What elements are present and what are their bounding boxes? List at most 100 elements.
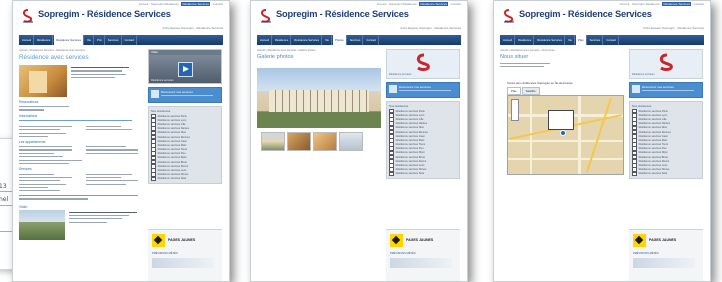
residence-list: Nos résidences Résidence services Paris … — [148, 106, 222, 184]
gallery-thumbnail[interactable] — [339, 132, 363, 151]
pages-jaunes-icon[interactable] — [390, 234, 403, 247]
map-tab[interactable]: Plan — [507, 87, 521, 95]
weather-widget[interactable] — [152, 258, 214, 268]
background-page-text: 13 — [0, 183, 7, 190]
site-title[interactable]: Sopregim - Résidence Services — [276, 9, 409, 19]
top-link[interactable]: Contact — [694, 2, 704, 6]
nav-item[interactable]: Contact — [123, 35, 138, 45]
residence-list: Nos résidences Résidence services Paris … — [629, 101, 703, 179]
top-link[interactable]: Sopregim Résidence — [389, 2, 417, 6]
page-title: Galerie photos — [257, 54, 294, 60]
nav-item[interactable]: Contact — [364, 35, 380, 45]
nav-item[interactable]: Vie — [323, 35, 332, 45]
list-item[interactable]: Résidence services Sète — [151, 176, 219, 182]
map-pin-icon[interactable] — [560, 130, 566, 136]
services-cta-button[interactable]: Découvrez nos services — [148, 87, 222, 103]
main-nav: Accueil Résidence Résidence Services Vie… — [257, 35, 461, 45]
nav-item[interactable]: Services — [348, 35, 364, 45]
weather-widget[interactable] — [633, 258, 695, 268]
gallery-thumbnail[interactable] — [261, 132, 285, 151]
pages-jaunes-label[interactable]: PAGES JAUNES — [649, 238, 676, 242]
list-item[interactable]: Résidence services Sète — [632, 171, 700, 177]
site-title[interactable]: Sopregim - Résidence Services — [519, 9, 652, 19]
weather-widget[interactable] — [390, 258, 452, 268]
nav-item[interactable]: Vie — [566, 35, 575, 45]
sidebar-footer: PAGES JAUNES PRÉVISIONS MÉTÉO — [148, 229, 222, 281]
top-link[interactable]: Contact — [213, 2, 223, 6]
top-link[interactable]: Contact — [451, 2, 461, 6]
page-galerie-photos: Accueil · Sopregim Résidence · Résidence… — [250, 0, 468, 282]
video-panel[interactable]: Vidéo Résidence services — [148, 49, 222, 84]
promo-panel[interactable]: Résidence services — [386, 49, 460, 79]
site-title[interactable]: Sopregim - Résidence Services — [38, 9, 171, 19]
top-link[interactable]: Sopregim Résidence — [632, 2, 660, 6]
video-thumbnail[interactable] — [19, 209, 65, 240]
nav-item[interactable]: Vie — [85, 35, 94, 45]
screenshot-collage: 13 nel Accueil · Sopregim Résidence · Ré… — [0, 0, 722, 282]
sopregim-logo-icon[interactable] — [22, 9, 34, 23]
checkbox-icon — [389, 171, 394, 177]
arrow-right-icon — [151, 90, 159, 98]
list-item[interactable]: Résidence services Sète — [389, 171, 457, 177]
nav-item-active[interactable]: Résidence Services — [54, 35, 84, 45]
nav-item[interactable]: Accueil — [20, 35, 35, 45]
main-nav: Accueil Résidence Résidence Services Vie… — [500, 35, 704, 45]
top-link-active[interactable]: Résidence Services — [662, 2, 691, 6]
sidebar-footer: PAGES JAUNES PRÉVISIONS MÉTÉO — [386, 229, 460, 281]
nav-item[interactable]: Contact — [604, 35, 619, 45]
nav-item[interactable]: Résidence — [35, 35, 54, 45]
location-map[interactable] — [507, 95, 624, 175]
zoom-control[interactable] — [511, 99, 519, 121]
gallery-main-photo[interactable] — [257, 68, 381, 128]
top-link-active[interactable]: Résidence Services — [419, 2, 448, 6]
gallery-thumbnail[interactable] — [287, 132, 311, 151]
nav-item[interactable]: Résidence Services — [292, 35, 322, 45]
nav-item[interactable]: Services — [106, 35, 122, 45]
gallery-thumbnail[interactable] — [313, 132, 337, 151]
video-caption: Résidence services — [151, 79, 174, 82]
services-cta-button[interactable]: Découvrez nos services — [629, 82, 703, 98]
top-link[interactable]: Accueil — [620, 2, 630, 6]
checkbox-icon — [632, 171, 637, 177]
page-title: Nous situer — [500, 54, 529, 60]
nav-item[interactable]: Services — [588, 35, 604, 45]
arrow-right-icon — [632, 85, 640, 93]
pages-jaunes-label[interactable]: PAGES JAUNES — [406, 238, 433, 242]
weather-label: PRÉVISIONS MÉTÉO — [633, 252, 659, 255]
sopregim-logo-icon — [659, 53, 673, 71]
promo-panel[interactable]: Résidence services — [629, 49, 703, 79]
page-title: Résidence avec services — [19, 54, 89, 61]
main-content: Accueil › Résidences Services › Résidenc… — [19, 49, 144, 240]
top-link[interactable]: Accueil — [377, 2, 387, 6]
pages-jaunes-label[interactable]: PAGES JAUNES — [168, 238, 195, 242]
sidebar: Résidence services Découvrez nos service… — [629, 49, 703, 182]
top-link-active[interactable]: Résidence Services — [181, 2, 210, 6]
nav-item-active[interactable]: Plan — [575, 35, 587, 45]
sopregim-logo-icon[interactable] — [503, 9, 515, 23]
promo-label: Résidence services — [632, 73, 655, 76]
residence-list-title: Nos résidences — [151, 109, 171, 113]
top-link[interactable]: Accueil — [139, 2, 149, 6]
nav-item-active[interactable]: Photos — [332, 35, 347, 45]
nav-item[interactable]: Accueil — [501, 35, 516, 45]
nav-item[interactable]: Accueil — [258, 35, 273, 45]
map-info-popup[interactable] — [548, 110, 574, 130]
services-cta-button[interactable]: Découvrez nos services — [386, 82, 460, 98]
tagline: Votre Espace Sopregim · Résidence Servic… — [643, 26, 704, 30]
main-content: Accueil › Résidence avec services › Gale… — [257, 49, 382, 60]
section-label: Vidéo — [19, 204, 28, 209]
breadcrumb: Accueil › Résidence avec services › Gale… — [257, 49, 316, 52]
tagline: Votre Espace Sopregim · Résidence Servic… — [162, 26, 223, 30]
pages-jaunes-icon[interactable] — [152, 234, 165, 247]
nav-item[interactable]: Résidence Services — [535, 35, 565, 45]
nav-item[interactable]: Résidence — [273, 35, 292, 45]
map-heading: Accès aux résidences Sopregim en Île-de-… — [507, 81, 573, 85]
play-icon[interactable] — [178, 62, 193, 77]
nav-item[interactable]: Prix — [95, 35, 105, 45]
sopregim-logo-icon[interactable] — [260, 9, 272, 23]
map-tab[interactable]: Satellite — [521, 87, 540, 95]
nav-item[interactable]: Résidence — [516, 35, 535, 45]
top-link[interactable]: Sopregim Résidence — [151, 2, 179, 6]
pages-jaunes-icon[interactable] — [633, 234, 646, 247]
background-page-text: nel — [0, 196, 9, 203]
